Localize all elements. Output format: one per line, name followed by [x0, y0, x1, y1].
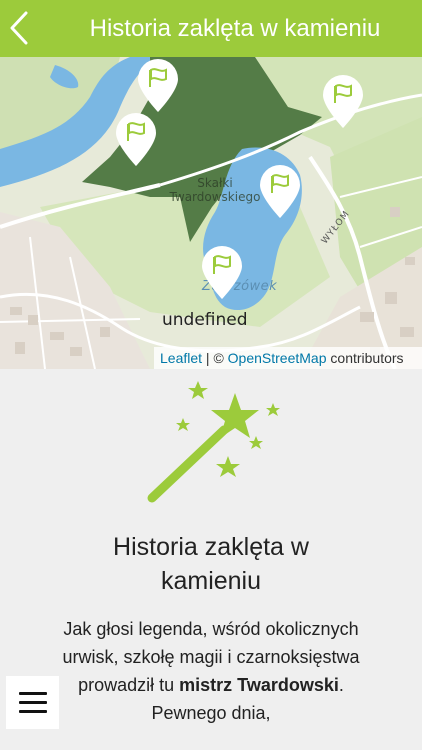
back-button[interactable]: [2, 6, 36, 50]
page-title: Historia zaklęta w kamieniu: [89, 14, 381, 42]
leaflet-link[interactable]: Leaflet: [160, 350, 202, 366]
menu-button[interactable]: [6, 676, 59, 729]
openstreetmap-link[interactable]: OpenStreetMap: [228, 350, 327, 366]
story-title: Historia zaklęta w kamieniu: [113, 533, 309, 595]
hamburger-menu-icon: [18, 701, 47, 704]
hamburger-menu-icon: [18, 710, 47, 713]
map-view[interactable]: Skałki Twardowskiego Zakrzówek WYŁOM und…: [0, 57, 422, 369]
magic-wand-icon: [147, 381, 280, 503]
story-highlight: mistrz Twardowski: [179, 675, 339, 695]
map-attribution: Leaflet | © OpenStreetMap contributors: [154, 347, 422, 369]
story-body: Jak głosi legenda, wśród okolicznych urw…: [62, 615, 360, 727]
chevron-left-icon: [10, 11, 28, 45]
attribution-contributors: contributors: [326, 350, 404, 366]
attribution-separator: | ©: [202, 350, 228, 366]
hamburger-menu-icon: [18, 692, 47, 695]
map-marker[interactable]: [136, 57, 180, 113]
map-marker[interactable]: [258, 163, 302, 219]
marker-popup-text: undefined: [162, 310, 248, 330]
map-marker[interactable]: [114, 111, 158, 167]
app-header: Historia zaklęta w kamieniu: [0, 0, 422, 57]
map-marker[interactable]: [200, 244, 244, 300]
map-marker[interactable]: [321, 73, 365, 129]
forest-label: Skałki Twardowskiego: [169, 176, 261, 204]
